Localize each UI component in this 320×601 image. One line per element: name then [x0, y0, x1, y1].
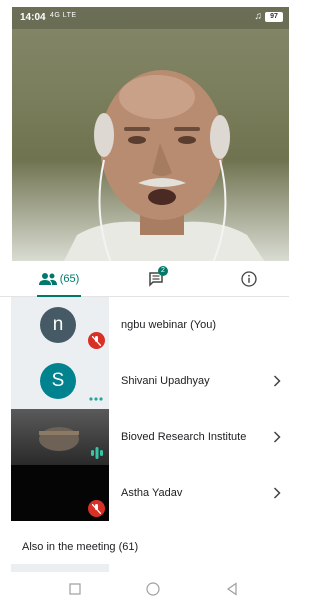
- speaking-indicator-icon: [91, 447, 103, 459]
- battery-indicator: 97: [265, 12, 283, 22]
- participant-name: Shivani Upadhyay: [121, 375, 210, 387]
- info-icon: [241, 270, 257, 287]
- tab-people[interactable]: (65): [34, 261, 84, 297]
- chevron-right-icon[interactable]: [273, 375, 281, 387]
- home-icon[interactable]: [146, 582, 160, 596]
- recents-icon[interactable]: [68, 582, 82, 596]
- meeting-tabs: (65) 2: [0, 261, 289, 297]
- also-in-meeting-header: Also in the meeting (61): [22, 541, 139, 553]
- people-count: (65): [59, 272, 80, 285]
- participant-name: ngbu webinar (You): [121, 319, 216, 331]
- navigation-bar: [0, 575, 289, 601]
- status-bar: 14:04 4G LTE ♫ 97: [12, 7, 289, 29]
- chevron-right-icon[interactable]: [273, 487, 281, 499]
- back-icon[interactable]: [225, 582, 239, 596]
- avatar: n: [40, 307, 76, 343]
- participant-name: Astha Yadav: [121, 487, 183, 499]
- tab-info[interactable]: [236, 261, 262, 296]
- speaker-person: [64, 70, 265, 261]
- chevron-right-icon[interactable]: [273, 431, 281, 443]
- network-indicator: 4G LTE: [50, 12, 77, 19]
- tab-chat[interactable]: 2: [140, 261, 172, 296]
- participant-thumbnail: S: [11, 353, 109, 409]
- mic-off-icon: [88, 500, 105, 517]
- avatar: S: [40, 363, 76, 399]
- participant-thumbnail: n: [11, 297, 109, 353]
- mic-off-icon: [88, 332, 105, 349]
- participant-video-thumbnail: [11, 409, 109, 465]
- participant-video-thumbnail: [11, 465, 109, 521]
- chat-unread-badge: 2: [158, 266, 168, 276]
- status-time: 14:04: [20, 12, 46, 23]
- participant-thumbnail: [11, 564, 109, 572]
- participant-row[interactable]: Bioved Research Institute: [0, 409, 289, 465]
- participant-row-self[interactable]: n ngbu webinar (You): [0, 297, 289, 353]
- participant-row[interactable]: Astha Yadav: [0, 465, 289, 521]
- people-icon: [38, 272, 57, 285]
- main-video-feed[interactable]: 14:04 4G LTE ♫ 97: [12, 7, 289, 261]
- participant-row[interactable]: S Shivani Upadhyay: [0, 353, 289, 409]
- connecting-dots-icon: [89, 397, 103, 401]
- headset-icon: ♫: [254, 11, 263, 22]
- participant-name: Bioved Research Institute: [121, 431, 247, 443]
